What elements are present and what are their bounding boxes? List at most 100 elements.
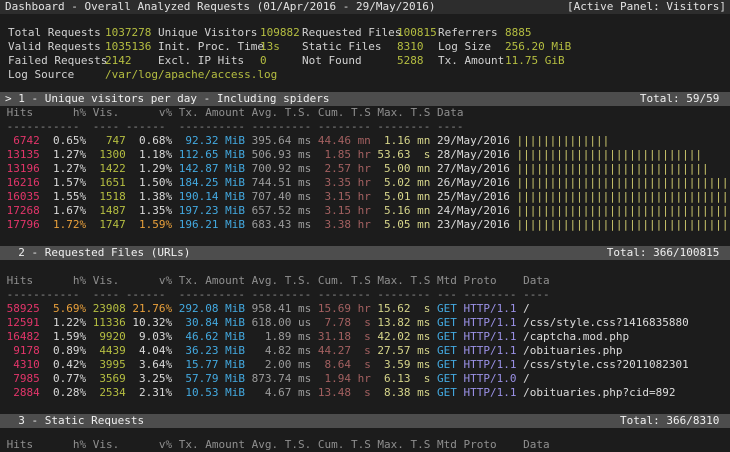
summary-value: 11.75 GiB (505, 54, 565, 68)
visitors-cell: 1487 (86, 204, 126, 218)
panel-visitors: > 1 - Unique visitors per day - Includin… (0, 92, 730, 232)
protocol-cell: HTTP/1.1 (457, 316, 517, 330)
tx-amount-cell: 142.87 MiB (172, 162, 245, 176)
date-cell: 25/May/2016 (430, 190, 509, 204)
divider: --- (430, 288, 457, 302)
summary-label: Static Files (302, 40, 381, 54)
max-ts-cell: 53.63 s (371, 148, 431, 162)
visitors-percent-cell: 4.04% (126, 344, 172, 358)
column-header: Cum. T.S. (311, 106, 371, 120)
column-header: Tx. Amount (172, 106, 245, 120)
max-ts-cell: 5.05 mn (371, 218, 431, 232)
hits-cell: 7985 (0, 372, 40, 386)
hits-percent-cell: 0.65% (40, 134, 86, 148)
visitors-cell: 11336 (86, 316, 126, 330)
title-bar: Dashboard - Overall Analyzed Requests (0… (0, 0, 730, 14)
panel-header-visitors[interactable]: > 1 - Unique visitors per day - Includin… (0, 92, 730, 106)
visitors-percent-cell: 9.03% (126, 330, 172, 344)
table-row[interactable]: 125911.22%1133610.32%30.84 MiB618.00 us7… (0, 316, 730, 330)
column-header: v% (126, 106, 172, 120)
column-header: Max. T.S. (371, 438, 431, 452)
column-header: h% (40, 438, 86, 452)
tx-amount-cell: 46.62 MiB (172, 330, 245, 344)
panel-total: Total: 366/8310 (620, 414, 726, 428)
hits-percent-cell: 1.59% (40, 330, 86, 344)
table-row[interactable]: 43100.42%39953.64%15.77 MiB2.00 ms8.64 s… (0, 358, 730, 372)
cum-ts-cell: 1.94 hr (311, 372, 371, 386)
avg-ts-cell: 657.52 ms (245, 204, 311, 218)
summary-label: Log Size (438, 40, 491, 54)
divider: -------- (371, 288, 431, 302)
tx-amount-cell: 36.23 MiB (172, 344, 245, 358)
hits-cell: 2884 (0, 386, 40, 400)
summary-row: Log Source/var/log/apache/access.log (0, 68, 730, 82)
table-row[interactable]: 164821.59%99209.03%46.62 MiB1.89 ms31.18… (0, 330, 730, 344)
cum-ts-cell: 8.64 s (311, 358, 371, 372)
hits-percent-cell: 1.27% (40, 162, 86, 176)
cum-ts-cell: 7.78 s (311, 316, 371, 330)
cum-ts-cell: 15.69 hr (311, 302, 371, 316)
column-header: Cum. T.S. (311, 438, 371, 452)
max-ts-cell: 5.00 mn (371, 162, 431, 176)
table-row[interactable]: 67420.65%7470.68%92.32 MiB395.64 ms44.46… (0, 134, 730, 148)
table-row[interactable]: 131351.27%13001.18%112.65 MiB506.93 ms1.… (0, 148, 730, 162)
cum-ts-cell: 2.57 hr (311, 162, 371, 176)
column-header: Max. T.S. (371, 274, 431, 288)
summary-section: Total Requests1037278Unique Visitors1098… (0, 26, 730, 82)
visitors-percent-cell: 1.35% (126, 204, 172, 218)
hits-percent-cell: 1.67% (40, 204, 86, 218)
table-row[interactable]: 91780.89%44394.04%36.23 MiB4.82 ms44.27 … (0, 344, 730, 358)
ascii-bar-chart: |||||||||||||| (510, 134, 609, 148)
column-header-row: Hitsh% Vis.v% Tx. Amount Avg. T.S. Cum. … (0, 438, 730, 452)
column-header: v% (126, 438, 172, 452)
visitors-percent-cell: 1.29% (126, 162, 172, 176)
table-row[interactable]: 131961.27%14221.29%142.87 MiB700.92 ms2.… (0, 162, 730, 176)
column-header: Max. T.S. (371, 106, 431, 120)
hits-percent-cell: 0.77% (40, 372, 86, 386)
method-cell: GET (430, 344, 457, 358)
table-row[interactable]: 160351.55%15181.38%190.14 MiB707.40 ms3.… (0, 190, 730, 204)
table-row[interactable]: 162161.57%16511.50%184.25 MiB744.51 ms3.… (0, 176, 730, 190)
table-row[interactable]: 28840.28%25342.31%10.53 MiB4.67 ms13.48 … (0, 386, 730, 400)
hits-percent-cell: 0.42% (40, 358, 86, 372)
table-row[interactable]: 589255.69%2390821.76%292.08 MiB958.41 ms… (0, 302, 730, 316)
date-cell: 24/May/2016 (430, 204, 509, 218)
active-panel-indicator: [Active Panel: Visitors] (567, 0, 726, 14)
panel-static_requests: 3 - Static RequestsTotal: 366/8310 Hitsh… (0, 414, 730, 452)
column-header: Avg. T.S. (245, 274, 311, 288)
visitors-cell: 3569 (86, 372, 126, 386)
divider: -------- (311, 120, 371, 134)
panel-title: > 1 - Unique visitors per day - Includin… (5, 92, 330, 106)
avg-ts-cell: 958.41 ms (245, 302, 311, 316)
table-row[interactable]: 172681.67%14871.35%197.23 MiB657.52 ms3.… (0, 204, 730, 218)
divider: ---- (517, 288, 550, 302)
panel-header-requested_files[interactable]: 2 - Requested Files (URLs)Total: 366/100… (0, 246, 730, 260)
summary-value: 8310 (397, 40, 424, 54)
table-row[interactable]: 79850.77%35693.25%57.79 MiB873.74 ms1.94… (0, 372, 730, 386)
spacer (0, 14, 730, 26)
avg-ts-cell: 1.89 ms (245, 330, 311, 344)
column-header: Avg. T.S. (245, 438, 311, 452)
divider: -------- (371, 120, 431, 134)
divider: -------- (457, 288, 517, 302)
protocol-cell: HTTP/1.1 (457, 358, 517, 372)
panel-title: 2 - Requested Files (URLs) (5, 246, 190, 260)
column-header: Cum. T.S. (311, 274, 371, 288)
cum-ts-cell: 3.15 hr (311, 190, 371, 204)
hits-cell: 17268 (0, 204, 40, 218)
visitors-percent-cell: 3.25% (126, 372, 172, 386)
summary-value: 5288 (397, 54, 424, 68)
visitors-cell: 2534 (86, 386, 126, 400)
visitors-percent-cell: 1.59% (126, 218, 172, 232)
url-cell: / (517, 302, 530, 316)
hits-cell: 6742 (0, 134, 40, 148)
visitors-percent-cell: 10.32% (126, 316, 172, 330)
method-cell: GET (430, 302, 457, 316)
cum-ts-cell: 3.15 hr (311, 204, 371, 218)
table-row[interactable]: 177961.72%17471.59%196.21 MiB683.43 ms3.… (0, 218, 730, 232)
tx-amount-cell: 190.14 MiB (172, 190, 245, 204)
tx-amount-cell: 112.65 MiB (172, 148, 245, 162)
tx-amount-cell: 10.53 MiB (172, 386, 245, 400)
panel-header-static_requests[interactable]: 3 - Static RequestsTotal: 366/8310 (0, 414, 730, 428)
method-cell: GET (430, 358, 457, 372)
